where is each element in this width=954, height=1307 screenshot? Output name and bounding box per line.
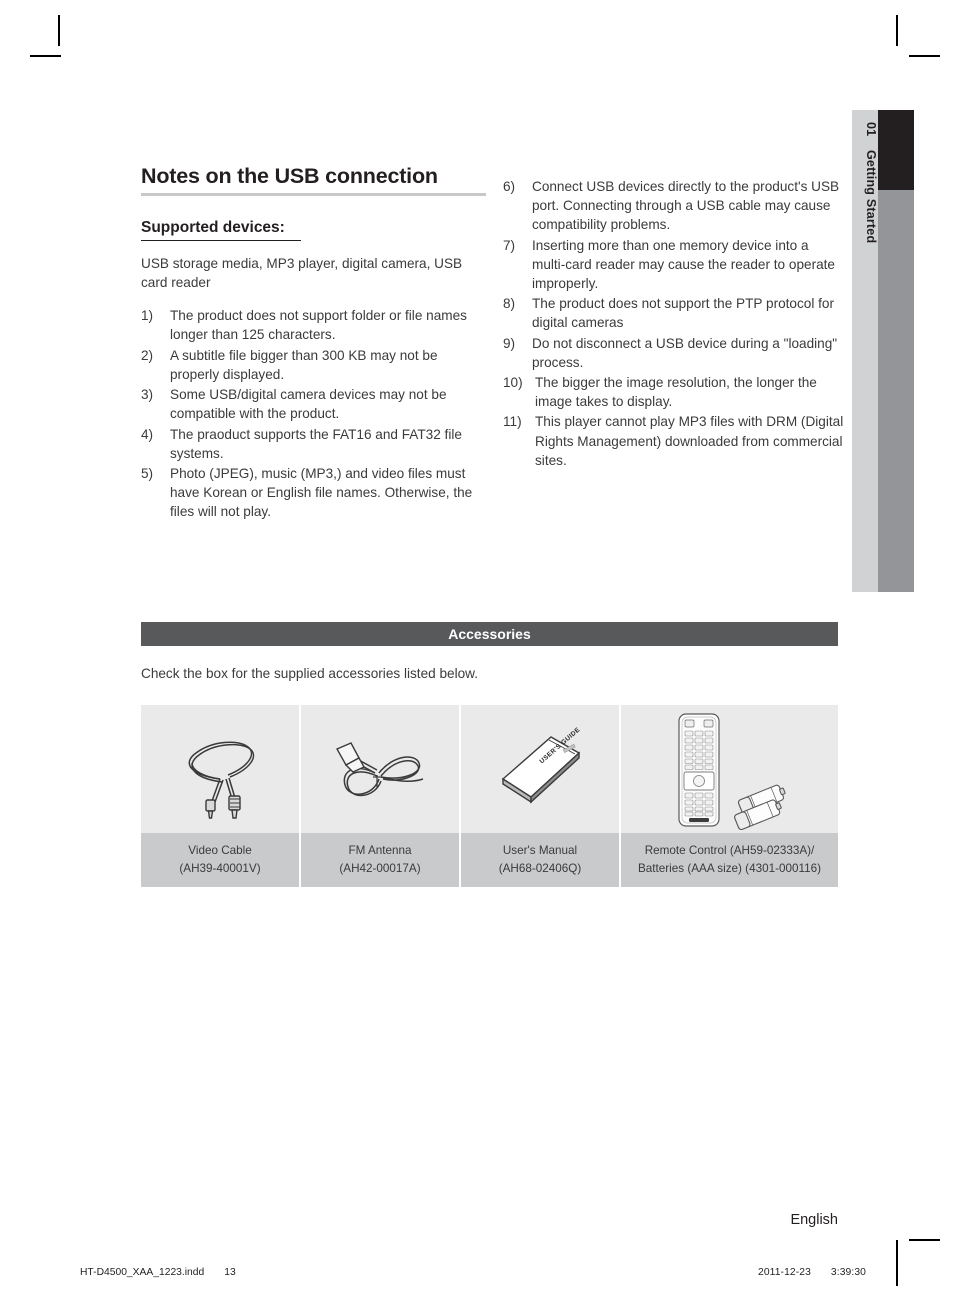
usb-notes-list-left: 1) The product does not support folder o… [141,306,486,521]
accessory-caption-fm-antenna: FM Antenna (AH42-00017A) [301,833,459,887]
title-divider [141,193,486,196]
list-item-marker: 9) [503,335,516,351]
accessory-code: (AH68-02406Q) [498,861,582,875]
list-item-marker: 3) [141,387,154,403]
accessories-header-bar: Accessories [141,622,838,646]
accessory-name: User's Manual [502,844,578,857]
list-item-text: The praoduct supports the FAT16 and FAT3… [170,426,462,461]
fm-antenna-icon [336,742,424,797]
page-content: Notes on the USB connection Supported de… [0,0,954,1307]
list-item-marker: 6) [503,179,516,194]
list-item: 4) The praoduct supports the FAT16 and F… [141,425,486,463]
subsection-title: Supported devices: [141,218,285,236]
accessory-caption-users-manual: User's Manual (AH68-02406Q) [461,833,619,887]
accessory-name: Remote Control (AH59-02333A)/ [644,844,815,857]
accessory-cell-video-cable: Video Cable (AH39-40001V) [141,705,299,887]
list-item-text: A subtitle file bigger than 300 KB may n… [170,347,438,382]
remote-control-batteries-icon [677,713,786,830]
print-file-info: HT-D4500_XAA_1223.indd 13 [80,1267,236,1278]
right-column: 6) Connect USB devices directly to the p… [503,163,845,471]
list-item-marker: 11) [503,414,522,430]
list-item: 6) Connect USB devices directly to the p… [503,177,845,235]
page-language-label: English [790,1212,838,1228]
list-item-text: The product does not support the PTP pro… [532,296,835,331]
accessories-intro-text: Check the box for the supplied accessori… [141,666,479,681]
list-item-text: Some USB/digital camera devices may not … [170,387,447,422]
users-manual-icon: USER'S GUIDE [501,726,582,804]
accessory-name: Video Cable [188,844,252,857]
list-item: 5) Photo (JPEG), music (MP3,) and video … [141,464,486,522]
accessory-cell-users-manual: USER'S GUIDE User's Manual (AH68-02406Q) [461,705,619,887]
left-column: Notes on the USB connection Supported de… [141,163,486,523]
accessory-caption-video-cable: Video Cable (AH39-40001V) [141,833,299,887]
supported-devices-text: USB storage media, MP3 player, digital c… [141,256,463,290]
page-title: Notes on the USB connection [141,164,438,188]
accessory-code: Batteries (AAA size) (4301-000116) [638,861,821,875]
print-page-number: 13 [224,1267,236,1278]
list-item-text: Do not disconnect a USB device during a … [532,335,838,370]
list-item-text: The bigger the image resolution, the lon… [535,375,817,410]
list-item: 9) Do not disconnect a USB device during… [503,334,845,372]
video-cable-figure [141,705,299,833]
list-item-text: Inserting more than one memory device in… [532,237,835,292]
accessory-code: (AH42-00017A) [339,861,421,875]
subsection-divider [141,239,301,242]
users-manual-figure: USER'S GUIDE [461,705,619,833]
video-cable-icon [188,741,255,819]
accessories-section: Accessories Check the box for the suppli… [141,622,838,887]
list-item: 2) A subtitle file bigger than 300 KB ma… [141,346,486,384]
accessory-cell-fm-antenna: FM Antenna (AH42-00017A) [301,705,459,887]
list-item-marker: 10) [503,375,523,391]
print-time: 3:39:30 [830,1267,866,1278]
list-item-marker: 7) [503,237,516,253]
list-item-marker: 4) [141,426,154,442]
accessory-cell-remote-control: Remote Control (AH59-02333A)/ Batteries … [621,705,838,887]
list-item-marker: 8) [503,296,516,312]
accessory-code: (AH39-40001V) [179,861,261,875]
list-item: 1) The product does not support folder o… [141,306,486,344]
list-item-marker: 1) [141,308,154,324]
list-item-marker: 2) [141,347,154,363]
list-item-text: This player cannot play MP3 files with D… [535,414,844,468]
list-item: 7) Inserting more than one memory device… [503,236,845,294]
print-timestamp: 2011-12-23 3:39:30 [758,1267,866,1278]
print-date: 2011-12-23 [758,1267,811,1278]
usb-notes-list-right: 6) Connect USB devices directly to the p… [503,177,845,470]
list-item: 10) The bigger the image resolution, the… [503,373,845,411]
list-item-marker: 5) [141,465,154,481]
list-item: 8) The product does not support the PTP … [503,294,845,332]
list-item-text: Connect USB devices directly to the prod… [532,179,840,233]
remote-control-figure [621,705,838,833]
accessories-table: Video Cable (AH39-40001V) FM Antenna (AH… [141,705,838,887]
list-item: 3) Some USB/digital camera devices may n… [141,385,486,423]
list-item-text: Photo (JPEG), music (MP3,) and video fil… [170,465,473,520]
list-item-text: The product does not support folder or f… [170,308,467,343]
accessory-name: FM Antenna [348,844,412,857]
accessory-caption-remote-control: Remote Control (AH59-02333A)/ Batteries … [621,833,838,887]
fm-antenna-figure [301,705,459,833]
list-item: 11) This player cannot play MP3 files wi… [503,412,845,470]
print-file-name: HT-D4500_XAA_1223.indd [80,1267,205,1278]
